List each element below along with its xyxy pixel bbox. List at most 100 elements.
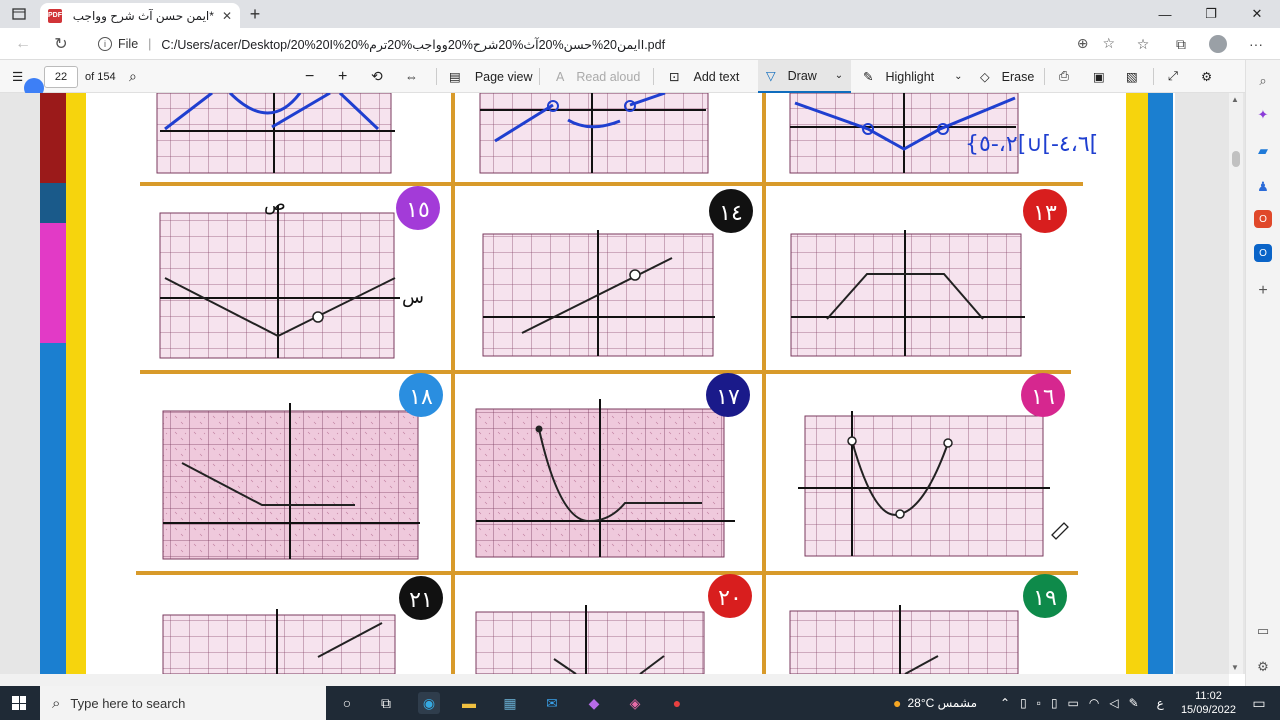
mail-icon[interactable]: ✉ [541, 692, 563, 714]
store-icon[interactable]: ▦ [499, 692, 521, 714]
sidebar-shopping-icon[interactable]: ▰ [1254, 142, 1272, 160]
photos-icon[interactable]: ◈ [624, 692, 646, 714]
clock[interactable]: 11:02 15/09/2022 [1181, 689, 1236, 717]
problem-badge: ١٤ [709, 189, 753, 233]
sidebar-office-icon[interactable]: O [1254, 210, 1272, 228]
tab-actions-button[interactable] [8, 4, 30, 24]
maximize-button[interactable]: ❐ [1188, 0, 1234, 28]
problem-number: ٢١ [409, 588, 433, 613]
page-view-button[interactable]: ▤ Page view [449, 60, 533, 93]
toolbar-divider [436, 68, 437, 85]
edge-app-icon[interactable]: ◉ [418, 692, 440, 714]
read-aloud-button[interactable]: A Read aloud [556, 60, 640, 93]
info-icon[interactable]: i [98, 37, 112, 51]
sidebar-settings-icon[interactable]: ⚙ [1254, 658, 1272, 676]
new-tab-button[interactable]: + [245, 4, 265, 25]
settings-icon[interactable]: ⚙ [1201, 60, 1212, 93]
url-text: C:/Users/acer/Desktop/20%20I%ايمن20%حسن%… [161, 37, 666, 52]
taskbar-search[interactable]: ⌕ Type here to search [40, 686, 326, 720]
volume-icon[interactable]: ◁ [1109, 696, 1118, 710]
language-indicator[interactable]: ع [1157, 696, 1164, 710]
zoom-out-icon[interactable]: − [305, 60, 314, 93]
notifications-icon[interactable]: ▭ [1248, 692, 1270, 714]
save-as-icon[interactable]: ▧ [1126, 60, 1138, 93]
chevron-down-icon[interactable]: ⌄ [954, 71, 962, 82]
address-bar[interactable]: i File | C:/Users/acer/Desktop/20%20I%اي… [88, 31, 1123, 57]
search-icon[interactable]: ⌕ [129, 60, 137, 93]
refresh-icon[interactable]: ↻ [50, 33, 72, 55]
contents-icon[interactable]: ☰ [12, 60, 23, 93]
scroll-up-icon[interactable]: ▲ [1231, 95, 1239, 104]
page-total: of 154 [85, 70, 116, 83]
profile-button[interactable] [1208, 34, 1228, 54]
chevron-up-icon[interactable]: ⌃ [1000, 696, 1010, 710]
collections-icon[interactable]: ⧉ [1171, 34, 1191, 54]
chevron-down-icon[interactable]: ⌄ [835, 70, 843, 81]
highlight-button[interactable]: ✎ Highlight ⌄ [863, 60, 963, 93]
sidebar-add-icon[interactable]: + [1254, 282, 1272, 300]
eraser-icon: ◇ [980, 70, 990, 84]
scrollbar-thumb[interactable] [1232, 151, 1240, 167]
back-icon[interactable]: ← [12, 33, 34, 55]
draw-icon: ▽ [766, 69, 776, 83]
rotate-icon[interactable]: ⟲ [371, 60, 383, 93]
pdf-viewer[interactable]: {٤،٦-]∪]٢،-٥[س ص ١٥ ١٤ ١٣ ١٨ ١٧ ١٦ ٢١ ٢… [0, 93, 1245, 674]
recorder-icon[interactable]: ● [666, 692, 688, 714]
cortana-icon[interactable]: ○ [336, 692, 358, 714]
problem-badge: ٢١ [399, 576, 443, 620]
print-icon[interactable]: ⎙ [1059, 60, 1069, 93]
handwritten-annotation: {٤،٦-]∪]٢،-٥[ [965, 132, 1098, 157]
scroll-down-icon[interactable]: ▼ [1231, 663, 1239, 672]
vertical-scrollbar[interactable]: ▲ ▼ [1229, 93, 1243, 674]
page-view-icon: ▤ [449, 70, 461, 84]
sidebar-search-icon[interactable]: ⌕ [1254, 72, 1272, 90]
system-tray: ⌃ ▯ ▫ ▯ ▭ ◠ ◁ ✎ ع [1000, 686, 1164, 720]
problem-number: ١٦ [1031, 385, 1055, 410]
problem-badge: ١٦ [1021, 373, 1065, 417]
horizontal-scrollbar[interactable] [0, 674, 1229, 686]
windows-start-icon[interactable] [12, 696, 26, 710]
close-window-button[interactable]: ✕ [1234, 0, 1280, 28]
clock-date: 15/09/2022 [1180, 704, 1236, 716]
problem-badge: ١٩ [1023, 574, 1067, 618]
draw-button[interactable]: ▽ Draw ⌄ [758, 60, 852, 93]
sidebar-layout-icon[interactable]: ▭ [1254, 622, 1272, 640]
minimize-button[interactable]: — [1142, 0, 1188, 28]
tab-close-icon[interactable]: ✕ [222, 9, 232, 23]
network-icon[interactable]: ◠ [1089, 696, 1099, 710]
fullscreen-icon[interactable]: ⤢ [1168, 60, 1178, 93]
page-number-input[interactable]: 22 [44, 65, 78, 88]
browser-tab[interactable]: PDF *ايمن حسن آث شرح وواجب ترم ١ ✕ [40, 3, 240, 28]
url-separator: | [148, 37, 152, 51]
fit-page-icon[interactable]: ⇔ [405, 60, 418, 93]
favorite-add-icon[interactable]: ☆ [1102, 35, 1115, 52]
more-icon[interactable]: ··· [1246, 34, 1266, 54]
zoom-icon[interactable]: ⊕ [1077, 35, 1089, 52]
pen-icon[interactable]: ✎ [1129, 696, 1139, 710]
battery-icon[interactable]: ▭ [1068, 696, 1079, 710]
weather-widget[interactable]: ● 28°C مشمس [893, 686, 977, 720]
sidebar-tools-icon[interactable]: ♟ [1254, 178, 1272, 196]
sidebar-outlook-icon[interactable]: O [1254, 244, 1272, 262]
favorites-icon[interactable]: ☆ [1133, 34, 1153, 54]
add-text-icon: ⊡ [669, 70, 680, 84]
highlight-label: Highlight [885, 69, 935, 84]
problem-badge: ١٧ [706, 373, 750, 417]
task-view-icon[interactable]: ⧉ [375, 692, 397, 714]
visual-studio-icon[interactable]: ◆ [583, 692, 605, 714]
mic-icon[interactable]: ▯ [1051, 696, 1058, 710]
zoom-in-icon[interactable]: + [338, 60, 347, 93]
add-text-button[interactable]: ⊡ Add text [669, 60, 739, 93]
problem-number: ١٥ [406, 198, 430, 223]
toolbar-divider [539, 68, 540, 85]
problem-number: ١٣ [1033, 201, 1057, 226]
sidebar-discover-icon[interactable]: ✦ [1254, 106, 1272, 124]
add-text-label: Add text [693, 69, 740, 84]
camera-icon[interactable]: ▫ [1037, 696, 1041, 710]
erase-button[interactable]: ◇ Erase [980, 60, 1034, 93]
device-icon[interactable]: ▯ [1020, 696, 1027, 710]
save-icon[interactable]: ▣ [1093, 60, 1105, 93]
file-explorer-icon[interactable]: ▬ [458, 692, 480, 714]
axis-label-x: س [402, 287, 424, 308]
search-icon: ⌕ [52, 694, 61, 712]
